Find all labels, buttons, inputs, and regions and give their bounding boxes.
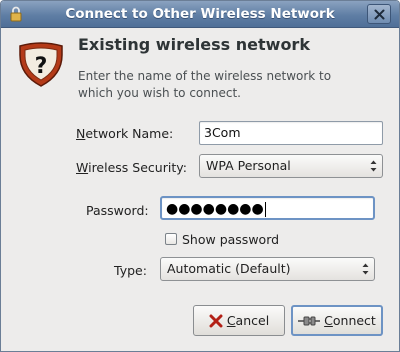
question-shield-icon: ?: [19, 42, 63, 87]
network-name-input[interactable]: 3Com: [199, 121, 383, 145]
spin-arrows-icon: [370, 160, 377, 172]
window-title: Connect to Other Wireless Network: [65, 6, 335, 22]
text-caret: [264, 202, 266, 217]
connect-mnemonic: C: [324, 313, 333, 328]
show-password-checkbox[interactable]: [165, 233, 177, 245]
title-bar[interactable]: Connect to Other Wireless Network: [1, 1, 399, 28]
wireless-security-value: WPA Personal: [206, 158, 291, 173]
connect-button[interactable]: Connect: [291, 305, 383, 336]
close-button[interactable]: [367, 4, 391, 24]
spin-arrows-icon: [362, 263, 369, 275]
password-masked-value: ●●●●●●●●: [166, 201, 264, 217]
cancel-mnemonic: C: [226, 313, 236, 328]
connect-plug-icon: [298, 316, 321, 325]
type-label: Type:: [114, 263, 147, 278]
cancel-x-icon: [209, 314, 223, 327]
wireless-security-label-text: ireless Security:: [88, 160, 187, 175]
connect-label: onnect: [332, 313, 376, 328]
dialog-heading: Existing wireless network: [78, 35, 310, 54]
cancel-button[interactable]: Cancel: [193, 305, 285, 336]
cancel-label: ancel: [235, 313, 270, 328]
dialog-window: Connect to Other Wireless Network ? Exis…: [0, 0, 400, 352]
network-name-label-text: etwork Name:: [85, 126, 174, 141]
type-select[interactable]: Automatic (Default): [160, 257, 375, 281]
wireless-security-select[interactable]: WPA Personal: [199, 154, 383, 178]
network-name-mnemonic: N: [76, 126, 86, 141]
password-input[interactable]: ●●●●●●●●: [160, 196, 375, 220]
wireless-security-label: Wireless Security:: [76, 160, 187, 175]
type-value: Automatic (Default): [167, 261, 291, 276]
svg-text:?: ?: [35, 54, 48, 79]
wireless-security-mnemonic: W: [76, 160, 89, 175]
dialog-description: Enter the name of the wireless network t…: [78, 69, 332, 100]
password-label: Password:: [86, 203, 149, 218]
close-icon: [374, 9, 385, 20]
show-password-label[interactable]: Show password: [182, 232, 279, 247]
network-name-label: Network Name:: [76, 126, 173, 141]
